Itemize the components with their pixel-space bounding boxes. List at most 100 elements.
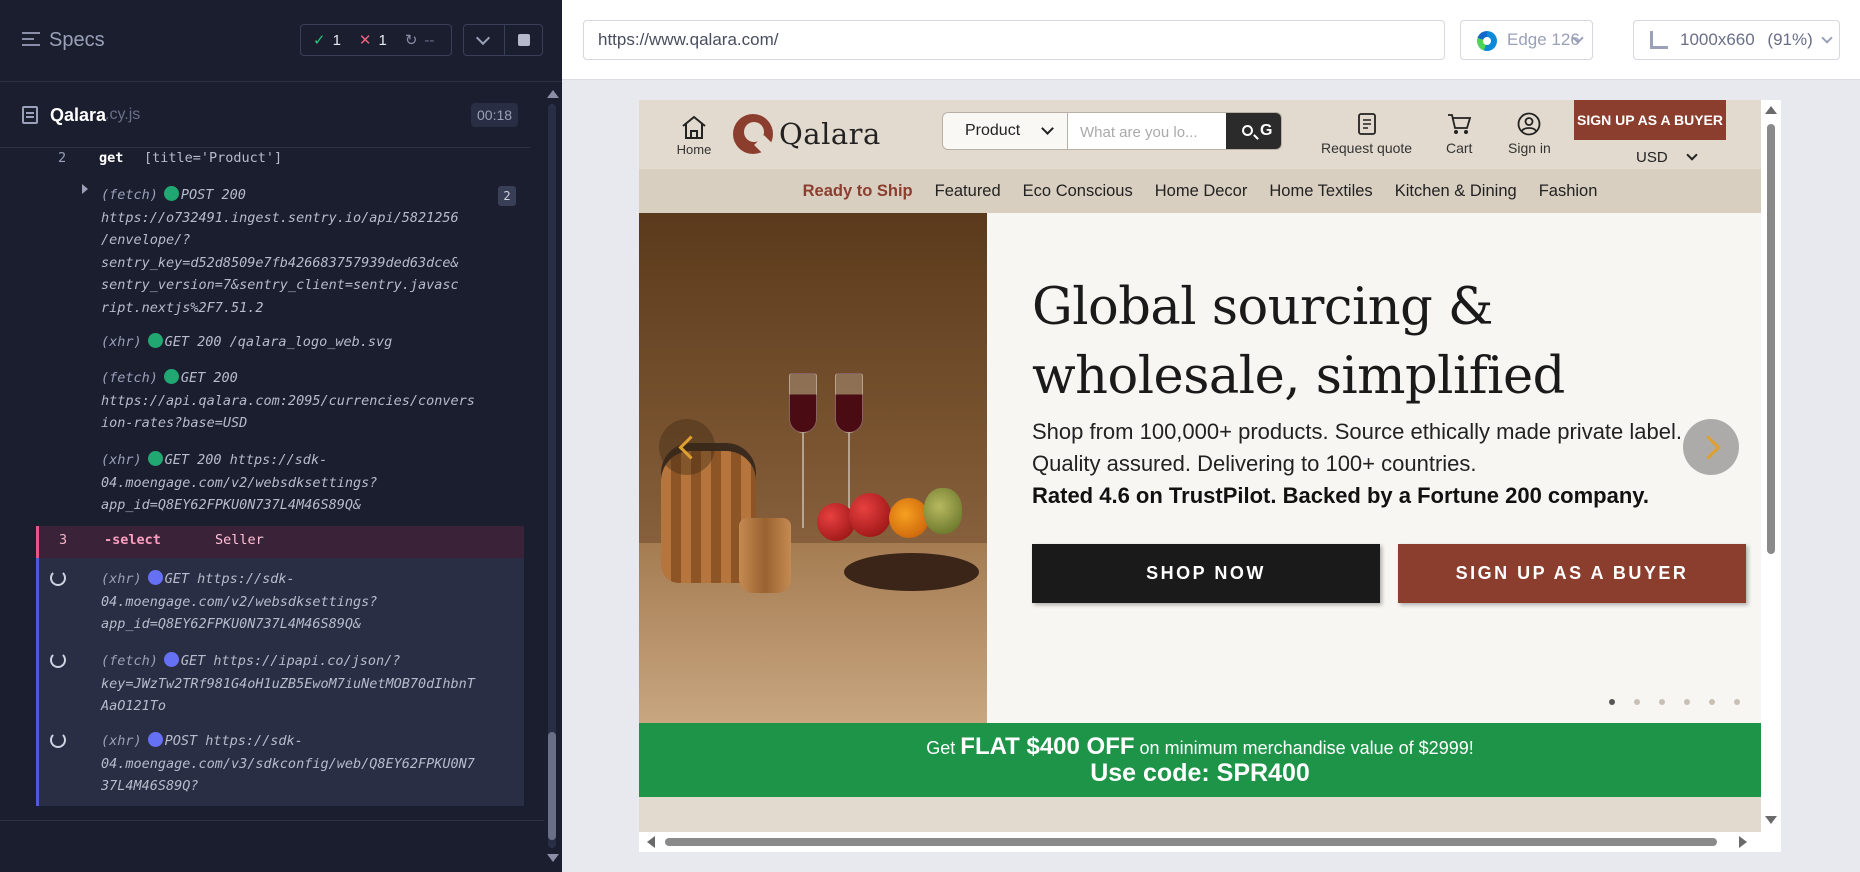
category-nav: Ready to Ship Featured Eco Conscious Hom…	[639, 169, 1761, 213]
log-entry-xhr-moengage[interactable]: (xhr) GET 200 https://sdk- 04.moengage.co…	[101, 449, 521, 517]
nav-item-home-decor[interactable]: Home Decor	[1155, 182, 1248, 201]
promo-banner[interactable]: Get FLAT $400 OFF on minimum merchandise…	[639, 723, 1761, 797]
header-signup-button[interactable]: SIGN UP AS A BUYER	[1574, 100, 1726, 140]
url-bar[interactable]: https://www.qalara.com/	[583, 20, 1445, 60]
search-input[interactable]	[1068, 113, 1226, 149]
run-controls	[463, 24, 543, 56]
currency-select[interactable]: USD	[1636, 149, 1698, 166]
scroll-thumb[interactable]	[665, 838, 1717, 846]
carousel-dot[interactable]	[1634, 699, 1640, 705]
request-count-badge: 2	[498, 186, 516, 206]
passed-count: 1	[332, 31, 341, 49]
pending-icon: ↻	[404, 32, 418, 49]
scroll-down-icon[interactable]	[1765, 816, 1777, 824]
pending-dot-icon	[147, 570, 163, 585]
search-button[interactable]: G	[1226, 113, 1281, 149]
nav-item-kitchen-dining[interactable]: Kitchen & Dining	[1395, 182, 1517, 201]
page-horizontal-scrollbar[interactable]	[639, 832, 1781, 852]
hero-title: Global sourcing & wholesale, simplified	[1032, 278, 1565, 406]
test-runner-panel: Specs ✓ 1 ✕ 1 ↻ -- Qalara .cy.js 00:18 2 ge…	[0, 0, 562, 872]
run-duration: 00:18	[471, 103, 519, 127]
failed-count: 1	[378, 31, 387, 49]
expand-caret-icon[interactable]	[82, 184, 88, 194]
pending-requests: (xhr) GET https://sdk- 04.moengage.com/v2…	[36, 558, 524, 806]
spinner-icon	[50, 652, 66, 668]
browser-selector[interactable]: Edge 126	[1460, 20, 1593, 60]
cart-icon	[1448, 114, 1472, 134]
promo-code: Use code: SPR400	[1090, 759, 1310, 787]
search-group: Product G	[942, 112, 1282, 150]
scroll-left-icon[interactable]	[647, 836, 655, 848]
carousel-dot[interactable]	[1709, 699, 1715, 705]
chevron-down-icon[interactable]	[475, 30, 491, 46]
hero-signup-button[interactable]: SIGN UP AS A BUYER	[1398, 544, 1746, 603]
chevron-down-icon	[1686, 149, 1698, 161]
pending-dot-icon	[163, 652, 179, 667]
promo-offer: Get FLAT $400 OFF on minimum merchandise…	[926, 733, 1474, 760]
hero-rating: Rated 4.6 on TrustPilot. Backed by a For…	[1032, 483, 1649, 508]
log-scrollbar[interactable]	[544, 86, 560, 866]
log-entry-xhr-logo[interactable]: (xhr) GET 200 /qalara_logo_web.svg	[101, 331, 521, 354]
search-icon	[1242, 125, 1253, 136]
cart-link[interactable]: Cart	[1446, 112, 1472, 156]
carousel-next-icon[interactable]	[1683, 419, 1739, 475]
carousel-prev-icon[interactable]	[659, 419, 715, 475]
command-log: 2 get [title='Product'] (fetch) POST 200 …	[36, 148, 524, 806]
nav-item-home-textiles[interactable]: Home Textiles	[1269, 182, 1372, 201]
menu-icon[interactable]	[22, 32, 40, 48]
qalara-logo[interactable]: Qalara	[733, 114, 881, 154]
hero-banner: Global sourcing & wholesale, simplified …	[639, 213, 1761, 723]
chevron-down-icon	[1041, 122, 1054, 135]
success-dot-icon	[163, 369, 179, 384]
check-icon: ✓	[313, 32, 326, 49]
edge-browser-icon	[1477, 31, 1497, 51]
browser-area: https://www.qalara.com/ Edge 126 1000x66…	[562, 0, 1860, 872]
scroll-up-icon[interactable]	[1765, 106, 1777, 114]
pending-count: --	[424, 31, 435, 49]
spec-file-ext: .cy.js	[105, 106, 141, 123]
home-link[interactable]: Home	[674, 114, 714, 157]
hero-subtitle-2: Quality assured. Delivering to 100+ coun…	[1032, 451, 1477, 476]
scroll-right-icon[interactable]	[1739, 836, 1747, 848]
carousel-dot[interactable]	[1609, 699, 1615, 705]
command-row-get[interactable]: 2 get [title='Product']	[36, 148, 524, 178]
cross-icon: ✕	[358, 32, 372, 49]
carousel-dot[interactable]	[1659, 699, 1665, 705]
sign-in-link[interactable]: Sign in	[1508, 112, 1551, 156]
spec-file-name[interactable]: Qalara	[50, 105, 106, 126]
success-dot-icon	[147, 451, 163, 466]
ruler-icon	[1650, 31, 1668, 49]
success-dot-icon	[163, 186, 179, 201]
scroll-thumb[interactable]	[548, 732, 556, 840]
log-entry-fetch-currencies[interactable]: (fetch) GET 200 https://api.qalara.com:20…	[101, 367, 521, 435]
command-row-select-failed[interactable]: 3 -select Seller	[36, 526, 524, 558]
scroll-up-icon[interactable]	[547, 90, 559, 98]
pending-dot-icon	[147, 732, 163, 747]
specs-header: Specs ✓ 1 ✕ 1 ↻ --	[0, 0, 562, 82]
shop-now-button[interactable]: SHOP NOW	[1032, 544, 1380, 603]
success-dot-icon	[147, 333, 163, 348]
app-iframe: Home Qalara Product G	[639, 100, 1781, 852]
spinner-icon	[50, 732, 66, 748]
nav-item-ready-to-ship[interactable]: Ready to Ship	[803, 182, 913, 201]
command-arg: [title='Product']	[144, 150, 283, 166]
stop-icon[interactable]	[518, 34, 530, 46]
specs-title[interactable]: Specs	[49, 29, 105, 52]
chevron-down-icon	[1821, 32, 1833, 44]
command-arg: Seller	[215, 532, 264, 548]
page-vertical-scrollbar[interactable]	[1761, 100, 1781, 832]
spec-file-header: Qalara .cy.js 00:18	[0, 82, 530, 148]
command-number: 2	[58, 150, 67, 166]
scroll-thumb[interactable]	[1767, 124, 1775, 554]
search-category-select[interactable]: Product	[943, 113, 1068, 149]
carousel-dot[interactable]	[1734, 699, 1740, 705]
nav-item-featured[interactable]: Featured	[935, 182, 1001, 201]
scroll-down-icon[interactable]	[547, 854, 559, 862]
request-quote-link[interactable]: Request quote	[1321, 112, 1412, 156]
viewport-selector[interactable]: 1000x660 (91%)	[1633, 20, 1840, 60]
carousel-dots	[1609, 699, 1740, 705]
log-entry-fetch-sentry[interactable]: (fetch) POST 200 https://o732491.ingest.s…	[101, 184, 521, 319]
nav-item-fashion[interactable]: Fashion	[1539, 182, 1598, 201]
nav-item-eco-conscious[interactable]: Eco Conscious	[1023, 182, 1133, 201]
carousel-dot[interactable]	[1684, 699, 1690, 705]
